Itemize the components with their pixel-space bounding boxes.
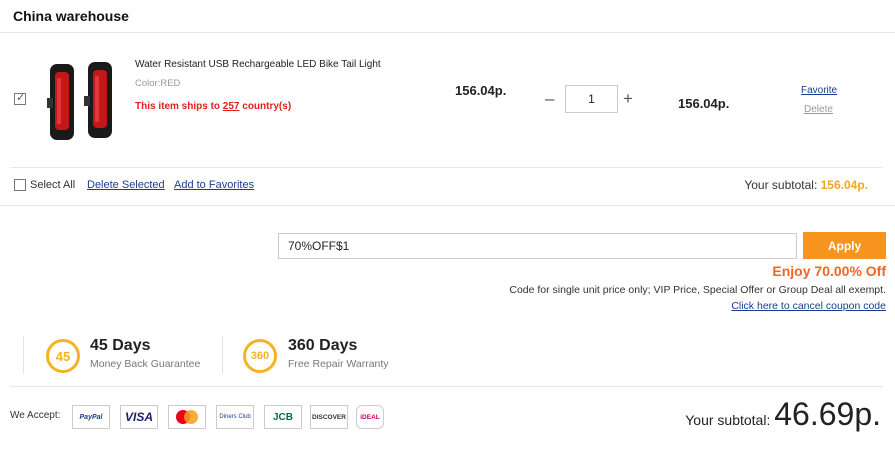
repair-warranty-badge-icon: 360 — [243, 339, 277, 373]
shipping-country-count[interactable]: 257 — [223, 101, 240, 112]
cart-subtotal-value: 156.04p. — [820, 178, 868, 192]
repair-warranty-title: 360 Days — [288, 337, 358, 354]
divider — [10, 167, 883, 168]
favorite-link[interactable]: Favorite — [801, 85, 837, 96]
shipping-suffix: country(s) — [239, 101, 292, 112]
discount-message: Enjoy 70.00% Off — [772, 263, 886, 279]
warehouse-title: China warehouse — [13, 8, 129, 24]
cart-item-panel: Water Resistant USB Rechargeable LED Bik… — [0, 32, 895, 206]
quantity-input[interactable] — [565, 85, 618, 113]
cart-subtotal: Your subtotal: 156.04p. — [744, 178, 868, 192]
repair-warranty-subtitle: Free Repair Warranty — [288, 358, 389, 370]
cancel-coupon-link[interactable]: Click here to cancel coupon code — [731, 300, 886, 312]
order-subtotal-label: Your subtotal: — [685, 412, 771, 428]
unit-price: 156.04p. — [455, 83, 507, 98]
shipping-info: This item ships to 257 country(s) — [135, 101, 291, 112]
product-thumbnail[interactable] — [44, 58, 119, 146]
visa-icon: VISA — [120, 405, 158, 429]
ideal-icon: iDEAL — [356, 405, 384, 429]
product-color: Color:RED — [135, 78, 181, 89]
cart-subtotal-label: Your subtotal: — [744, 178, 821, 192]
money-back-subtitle: Money Back Guarantee — [90, 358, 201, 370]
mastercard-icon — [168, 405, 206, 429]
divider — [222, 336, 223, 374]
shipping-prefix: This item ships to — [135, 101, 223, 112]
quantity-decrease-button[interactable]: – — [545, 89, 554, 109]
money-back-title: 45 Days — [90, 337, 151, 354]
we-accept-label: We Accept: — [10, 410, 61, 421]
diners-club-icon: Diners Club — [216, 405, 254, 429]
coupon-code-input[interactable] — [278, 233, 797, 259]
item-checkbox[interactable] — [14, 91, 26, 105]
jcb-icon: JCB — [264, 405, 302, 429]
order-subtotal-value: 46.69p. — [774, 396, 881, 432]
divider — [23, 336, 24, 374]
select-all-checkbox[interactable] — [14, 179, 26, 191]
divider — [10, 386, 883, 387]
money-back-badge-icon: 45 — [46, 339, 80, 373]
discover-icon: DISCOVER — [310, 405, 348, 429]
add-to-favorites-link[interactable]: Add to Favorites — [174, 179, 254, 191]
line-total: 156.04p. — [678, 96, 730, 111]
product-name[interactable]: Water Resistant USB Rechargeable LED Bik… — [135, 59, 381, 70]
order-subtotal: Your subtotal: 46.69p. — [685, 396, 881, 433]
coupon-note: Code for single unit price only; VIP Pri… — [509, 284, 886, 296]
delete-link[interactable]: Delete — [804, 104, 833, 115]
select-all-label[interactable]: Select All — [30, 179, 75, 191]
quantity-increase-button[interactable]: + — [623, 89, 633, 109]
paypal-icon: PayPal — [72, 405, 110, 429]
apply-coupon-button[interactable]: Apply — [803, 232, 886, 259]
delete-selected-link[interactable]: Delete Selected — [87, 179, 165, 191]
